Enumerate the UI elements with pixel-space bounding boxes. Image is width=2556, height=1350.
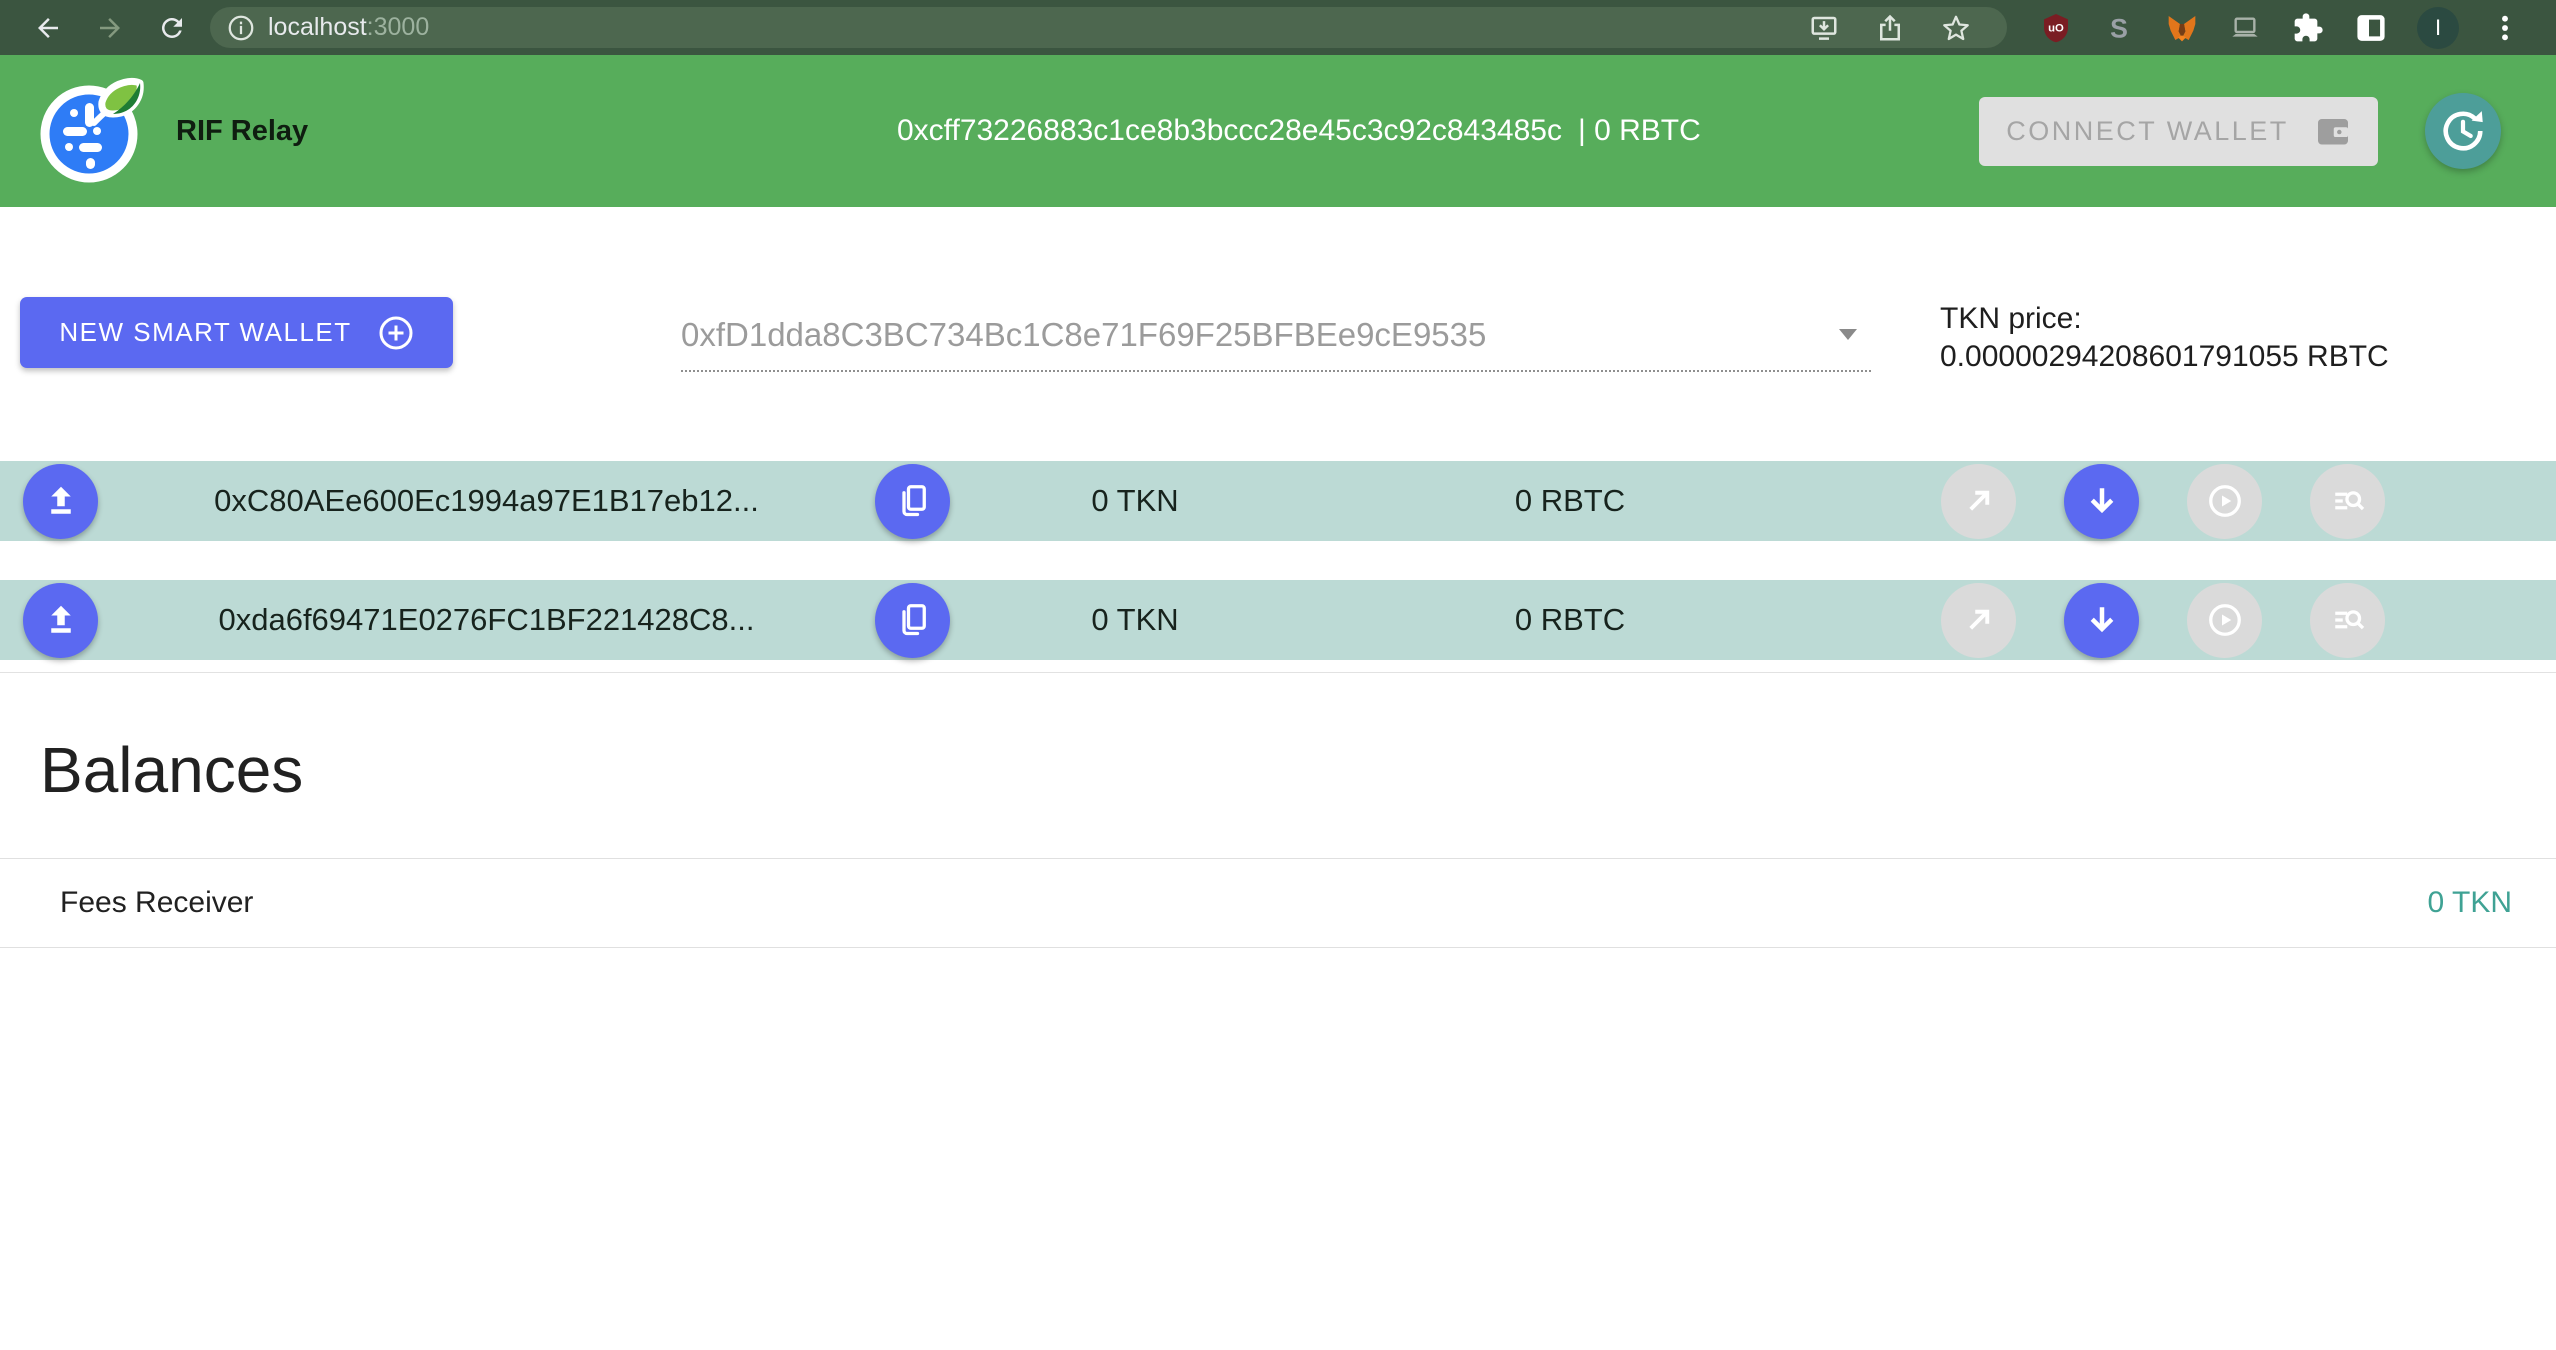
address-bar[interactable]: localhost:3000 [210,7,2007,48]
app-title: RIF Relay [176,115,308,148]
copy-icon [895,483,931,519]
upload-icon [43,602,79,638]
wallet-icon [2315,113,2351,149]
inspect-transactions-button[interactable] [2310,583,2385,658]
puzzle-icon [2292,12,2324,44]
back-icon [33,13,63,43]
play-circle-icon [2207,602,2243,638]
metamask-fox-icon [2166,12,2198,44]
site-info-icon[interactable] [226,13,256,43]
wallet-row-actions [1941,583,2385,658]
browser-toolbar: localhost:3000 uO [0,0,2556,55]
metamask-extension-button[interactable] [2165,11,2199,45]
rif-relay-page: localhost:3000 uO [0,0,2556,1350]
ublock-label: uO [2048,22,2064,34]
relay-address-select[interactable]: 0xfD1dda8C3BC734Bc1C8e71F69F25BFBEe9cE95… [681,299,1871,372]
reload-button[interactable] [150,6,194,50]
manage-search-icon [2330,602,2366,638]
receive-button[interactable] [2064,464,2139,539]
arrow-down-icon [2084,602,2120,638]
s-extension-label: S [2110,13,2128,43]
relay-address-value: 0xfD1dda8C3BC734Bc1C8e71F69F25BFBEe9cE95… [681,316,1486,354]
copy-address-button[interactable] [875,583,950,658]
ublock-shield-icon: uO [2040,12,2072,44]
browser-menu-button[interactable] [2488,11,2522,45]
url-host: localhost [268,13,367,41]
forward-icon [95,13,125,43]
wallet-token-balance: 0 TKN [950,602,1320,638]
laptop-icon [2229,12,2261,44]
browser-profile-avatar[interactable]: I [2417,7,2459,49]
new-smart-wallet-label: NEW SMART WALLET [59,317,351,348]
refresh-button[interactable] [2425,93,2501,169]
token-price: TKN price: 0.00000294208601791055 RBTC [1940,300,2389,376]
profile-initial: I [2435,15,2441,41]
account-address: 0xcff73226883c1ce8b3bccc28e45c3c92c84348… [897,114,1562,148]
app-header: RIF Relay 0xcff73226883c1ce8b3bccc28e45c… [0,55,2556,207]
balances-table-row: Fees Receiver 0 TKN [0,858,2556,948]
install-app-icon[interactable] [1809,13,1839,43]
reload-icon [157,13,187,43]
copy-address-button[interactable] [875,464,950,539]
arrow-outward-icon [1961,483,1997,519]
screen-extension-button[interactable] [2228,11,2262,45]
ublock-extension-button[interactable]: uO [2039,11,2073,45]
forward-button[interactable] [88,6,132,50]
transfer-button[interactable] [1941,583,2016,658]
share-icon[interactable] [1875,13,1905,43]
connect-wallet-button[interactable]: CONNECT WALLET [1979,97,2378,166]
chevron-down-icon [1839,329,1857,340]
inspect-transactions-button[interactable] [2310,464,2385,539]
extensions-area: uO S [2039,0,2522,55]
execute-button[interactable] [2187,464,2262,539]
more-vert-icon [2489,12,2521,44]
s-extension-icon: S [2103,12,2135,44]
wallet-row-actions [1941,464,2385,539]
section-divider [0,672,2556,673]
wallet-rbtc-balance: 0 RBTC [1320,602,1820,638]
add-circle-icon [378,315,414,351]
side-panel-button[interactable] [2354,11,2388,45]
new-smart-wallet-button[interactable]: NEW SMART WALLET [20,297,453,368]
smart-wallet-row: 0xC80AEe600Ec1994a97E1B17eb12... 0 TKN 0… [0,461,2556,541]
play-circle-icon [2207,483,2243,519]
wallet-token-balance: 0 TKN [950,483,1320,519]
wallet-rbtc-balance: 0 RBTC [1320,483,1820,519]
url-port: :3000 [367,13,430,41]
token-price-value: 0.00000294208601791055 RBTC [1940,338,2389,376]
upload-icon [43,483,79,519]
arrow-outward-icon [1961,602,1997,638]
transfer-button[interactable] [1941,464,2016,539]
token-price-label: TKN price: [1940,300,2389,338]
manage-search-icon [2330,483,2366,519]
extensions-menu-button[interactable] [2291,11,2325,45]
wallet-address: 0xda6f69471E0276FC1BF221428C8... [218,602,754,638]
deploy-wallet-button[interactable] [23,464,98,539]
copy-icon [895,602,931,638]
smart-wallet-row: 0xda6f69471E0276FC1BF221428C8... 0 TKN 0… [0,580,2556,660]
balances-title: Balances [40,727,303,813]
connect-wallet-label: CONNECT WALLET [2006,116,2289,147]
deploy-wallet-button[interactable] [23,583,98,658]
account-balance: | 0 RBTC [1578,114,1701,148]
s-extension-button[interactable]: S [2102,11,2136,45]
bookmark-star-icon[interactable] [1941,13,1971,43]
side-panel-icon [2355,12,2387,44]
execute-button[interactable] [2187,583,2262,658]
url-text: localhost:3000 [268,13,429,42]
update-clock-icon [2440,108,2486,154]
rif-relay-logo-icon [34,71,154,191]
connected-account: 0xcff73226883c1ce8b3bccc28e45c3c92c84348… [897,55,1701,207]
receive-button[interactable] [2064,583,2139,658]
fees-receiver-label: Fees Receiver [60,886,253,920]
fees-receiver-value: 0 TKN [2428,886,2512,920]
header-actions: CONNECT WALLET [1979,55,2501,207]
arrow-down-icon [2084,483,2120,519]
wallet-address: 0xC80AEe600Ec1994a97E1B17eb12... [214,483,759,519]
back-button[interactable] [26,6,70,50]
